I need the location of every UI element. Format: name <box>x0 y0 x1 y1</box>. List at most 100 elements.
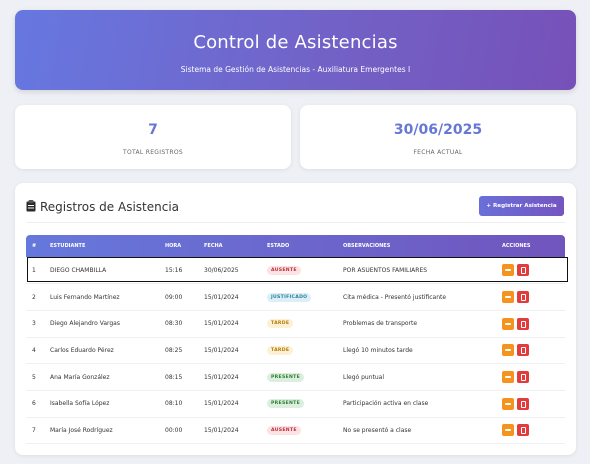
status-cell: AUSENTE <box>261 417 337 444</box>
table-row: 3 Diego Alejandro Vargas 08:30 15/01/202… <box>26 310 565 338</box>
student-name: Diego Alejandro Vargas <box>50 320 120 328</box>
date-cell: 15/01/2024 <box>204 346 239 354</box>
time-cell: 08:15 <box>165 373 183 381</box>
status-badge: AUSENTE <box>267 425 301 435</box>
student-name: María José Rodríguez <box>50 426 113 434</box>
notes-cell: No se presentó a clase <box>343 426 412 434</box>
student-name: Isabella Sofía López <box>50 400 110 408</box>
column-header-notes: OBSERVACIONES <box>343 243 391 249</box>
student-name: Luis Fernando Martínez <box>50 293 120 301</box>
edit-icon[interactable] <box>502 344 514 357</box>
records-title: Registros de Asistencia <box>26 200 179 214</box>
time-cell: 15:16 <box>165 266 183 274</box>
delete-icon[interactable] <box>517 344 529 357</box>
row-number: 6 <box>32 400 36 408</box>
delete-icon[interactable] <box>517 424 529 437</box>
column-header-actions: ACCIONES <box>502 243 531 249</box>
app-header: Control de Asistencias Sistema de Gestió… <box>15 10 576 90</box>
table-row: 5 Ana María González 08:15 15/01/2024 PR… <box>26 364 565 391</box>
actions-cell <box>496 390 565 417</box>
current-date-label: FECHA ACTUAL <box>413 149 463 156</box>
student-name: Carlos Eduardo Pérez <box>50 346 114 354</box>
column-header-number: # <box>32 243 37 249</box>
time-cell: 09:00 <box>165 293 183 301</box>
time-cell: 08:10 <box>165 400 183 408</box>
delete-icon[interactable] <box>517 264 529 277</box>
page-subtitle: Sistema de Gestión de Asistencias - Auxi… <box>180 65 411 74</box>
date-cell: 15/01/2024 <box>204 426 239 434</box>
actions-cell <box>496 310 565 337</box>
delete-icon[interactable] <box>517 397 529 410</box>
total-records-label: TOTAL REGISTROS <box>123 149 183 156</box>
status-badge: TARDE <box>267 345 294 355</box>
notes-cell: Problemas de transporte <box>343 320 418 328</box>
time-cell: 08:25 <box>165 346 183 354</box>
table-row: 4 Carlos Eduardo Pérez 08:25 15/01/2024 … <box>26 337 565 364</box>
actions-cell <box>496 417 565 444</box>
total-records-card: 7 TOTAL REGISTROS <box>15 105 291 169</box>
notes-cell: POR ASUENTOS FAMILIARES <box>343 266 428 274</box>
edit-icon[interactable] <box>502 397 514 410</box>
column-header-date: FECHA <box>204 243 223 249</box>
date-cell: 30/06/2025 <box>204 266 239 274</box>
notes-cell: Llegó puntual <box>343 373 385 381</box>
status-cell: AUSENTE <box>261 257 337 284</box>
row-number: 2 <box>32 293 36 301</box>
edit-icon[interactable] <box>502 317 514 330</box>
table-row: 2 Luis Fernando Martínez 09:00 15/01/202… <box>26 284 565 311</box>
student-name: Ana María González <box>50 373 110 381</box>
status-badge: JUSTIFICADO <box>267 292 312 302</box>
edit-icon[interactable] <box>502 371 514 384</box>
column-header-student: ESTUDIANTE <box>50 243 86 249</box>
time-cell: 00:00 <box>165 426 183 434</box>
clipboard-icon <box>26 200 36 212</box>
row-number: 5 <box>32 373 36 381</box>
register-attendance-button[interactable]: + Registrar Asistencia <box>479 196 564 216</box>
status-cell: TARDE <box>261 337 337 364</box>
date-cell: 15/01/2024 <box>204 400 239 408</box>
delete-icon[interactable] <box>517 291 529 304</box>
current-date-value: 30/06/2025 <box>393 122 483 138</box>
notes-cell: Cita médica - Presentó justificante <box>343 293 447 301</box>
date-cell: 15/01/2024 <box>204 293 239 301</box>
current-date-card: 30/06/2025 FECHA ACTUAL <box>300 105 576 169</box>
status-cell: TARDE <box>261 310 337 337</box>
table-header-row: # ESTUDIANTE HORA FECHA ESTADO OBSERVACI… <box>26 235 565 257</box>
delete-icon[interactable] <box>517 371 529 384</box>
status-cell: PRESENTE <box>261 364 337 391</box>
row-number: 1 <box>32 266 36 274</box>
records-panel: Registros de Asistencia + Registrar Asis… <box>15 183 576 455</box>
notes-cell: Participación activa en clase <box>343 400 429 408</box>
student-name: DIEGO CHAMBILLA <box>50 266 107 274</box>
total-records-value: 7 <box>148 122 158 138</box>
date-cell: 15/01/2024 <box>204 373 239 381</box>
status-badge: TARDE <box>267 319 294 329</box>
actions-cell <box>496 257 565 284</box>
status-badge: PRESENTE <box>267 399 305 409</box>
table-row: 1 DIEGO CHAMBILLA 15:16 30/06/2025 AUSEN… <box>26 257 565 284</box>
status-cell: PRESENTE <box>261 390 337 417</box>
actions-cell <box>496 337 565 364</box>
time-cell: 08:30 <box>165 320 183 328</box>
row-number: 3 <box>32 320 36 328</box>
delete-icon[interactable] <box>517 317 529 330</box>
page-title: Control de Asistencias <box>193 32 398 53</box>
actions-cell <box>496 284 565 311</box>
divider <box>26 222 565 223</box>
row-number: 4 <box>32 346 36 354</box>
table-row: 6 Isabella Sofía López 08:10 15/01/2024 … <box>26 390 565 418</box>
status-badge: AUSENTE <box>267 265 301 275</box>
column-header-time: HORA <box>165 243 182 249</box>
edit-icon[interactable] <box>502 424 514 437</box>
records-title-text: Registros de Asistencia <box>40 200 180 214</box>
column-header-status: ESTADO <box>267 243 290 249</box>
date-cell: 15/01/2024 <box>204 320 239 328</box>
edit-icon[interactable] <box>502 291 514 304</box>
notes-cell: Llegó 10 minutos tarde <box>343 346 413 354</box>
status-badge: PRESENTE <box>267 372 305 382</box>
table-row: 7 María José Rodríguez 00:00 15/01/2024 … <box>26 417 565 444</box>
status-cell: JUSTIFICADO <box>261 284 337 311</box>
edit-icon[interactable] <box>502 264 514 277</box>
row-number: 7 <box>32 426 36 434</box>
actions-cell <box>496 364 565 391</box>
